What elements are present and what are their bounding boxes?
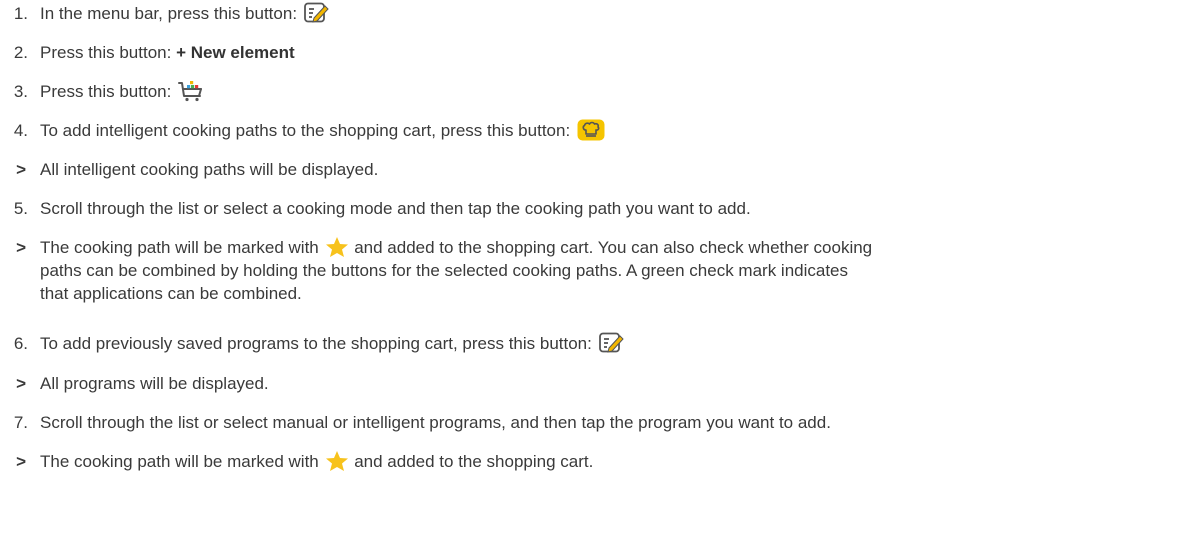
result-text-part: and added to the shopping cart. You can … [349,238,873,257]
list-item: > The cooking path will be marked with a… [0,450,1177,473]
step-number: 6. [13,334,28,353]
step-text: In the menu bar, press this button: [36,2,1177,25]
star-icon [326,450,349,471]
list-item: 7. Scroll through the list or select man… [0,411,1177,434]
step-text-content: To add intelligent cooking paths to the … [40,121,575,140]
result-arrow: > [16,238,26,257]
step-text-content: To add previously saved programs to the … [40,334,597,353]
star-icon [326,236,349,257]
chef-hat-icon [577,119,605,141]
list-item: 2. Press this button: + New element [0,41,1177,64]
result-text: All intelligent cooking paths will be di… [40,160,379,179]
shopping-cart-icon [178,80,203,101]
list-item: 6. To add previously saved programs to t… [0,332,1177,355]
list-item: > The cooking path will be marked with a… [0,236,1177,305]
result-arrow: > [16,452,26,471]
result-text: The cooking path will be marked with and… [36,450,1177,473]
result-text-part: The cooking path will be marked with [40,238,324,257]
step-text: Press this button: [36,80,1177,103]
new-element-button-label: + New element [176,43,295,62]
list-item: 1. In the menu bar, press this button: [0,2,1177,25]
step-text: Scroll through the list or select a cook… [40,199,751,218]
step-number: 4. [13,121,28,140]
step-text: Scroll through the list or select manual… [40,413,831,432]
result-text-part: The cooking path will be marked with [40,452,324,471]
result-text-part: and added to the shopping cart. [349,452,594,471]
step-text-content: Press this button: [40,43,177,62]
step-text: To add previously saved programs to the … [36,332,1177,355]
step-number: 3. [13,82,28,101]
edit-list-icon [303,2,329,23]
step-number: 1. [13,4,28,23]
step-text-content: In the menu bar, press this button: [40,4,302,23]
result-arrow: > [16,160,26,179]
list-item: 4. To add intelligent cooking paths to t… [0,119,1177,142]
result-text: All programs will be displayed. [40,374,269,393]
step-text: Press this button: + New element [36,41,1177,64]
step-number: 5. [13,199,28,218]
result-text: The cooking path will be marked with and… [36,236,1177,305]
list-item: > All intelligent cooking paths will be … [0,158,1177,181]
result-text-part: that applications can be combined. [40,284,302,303]
list-item: 5. Scroll through the list or select a c… [0,197,1177,220]
result-arrow: > [16,374,26,393]
edit-list-icon [598,332,624,353]
list-item: 3. Press this button: [0,80,1177,103]
step-text-content: Press this button: [40,82,177,101]
step-number: 7. [13,413,28,432]
step-number: 2. [13,43,28,62]
step-text: To add intelligent cooking paths to the … [36,119,1177,142]
list-item: > All programs will be displayed. [0,372,1177,395]
result-text-part: paths can be combined by holding the but… [40,261,849,280]
